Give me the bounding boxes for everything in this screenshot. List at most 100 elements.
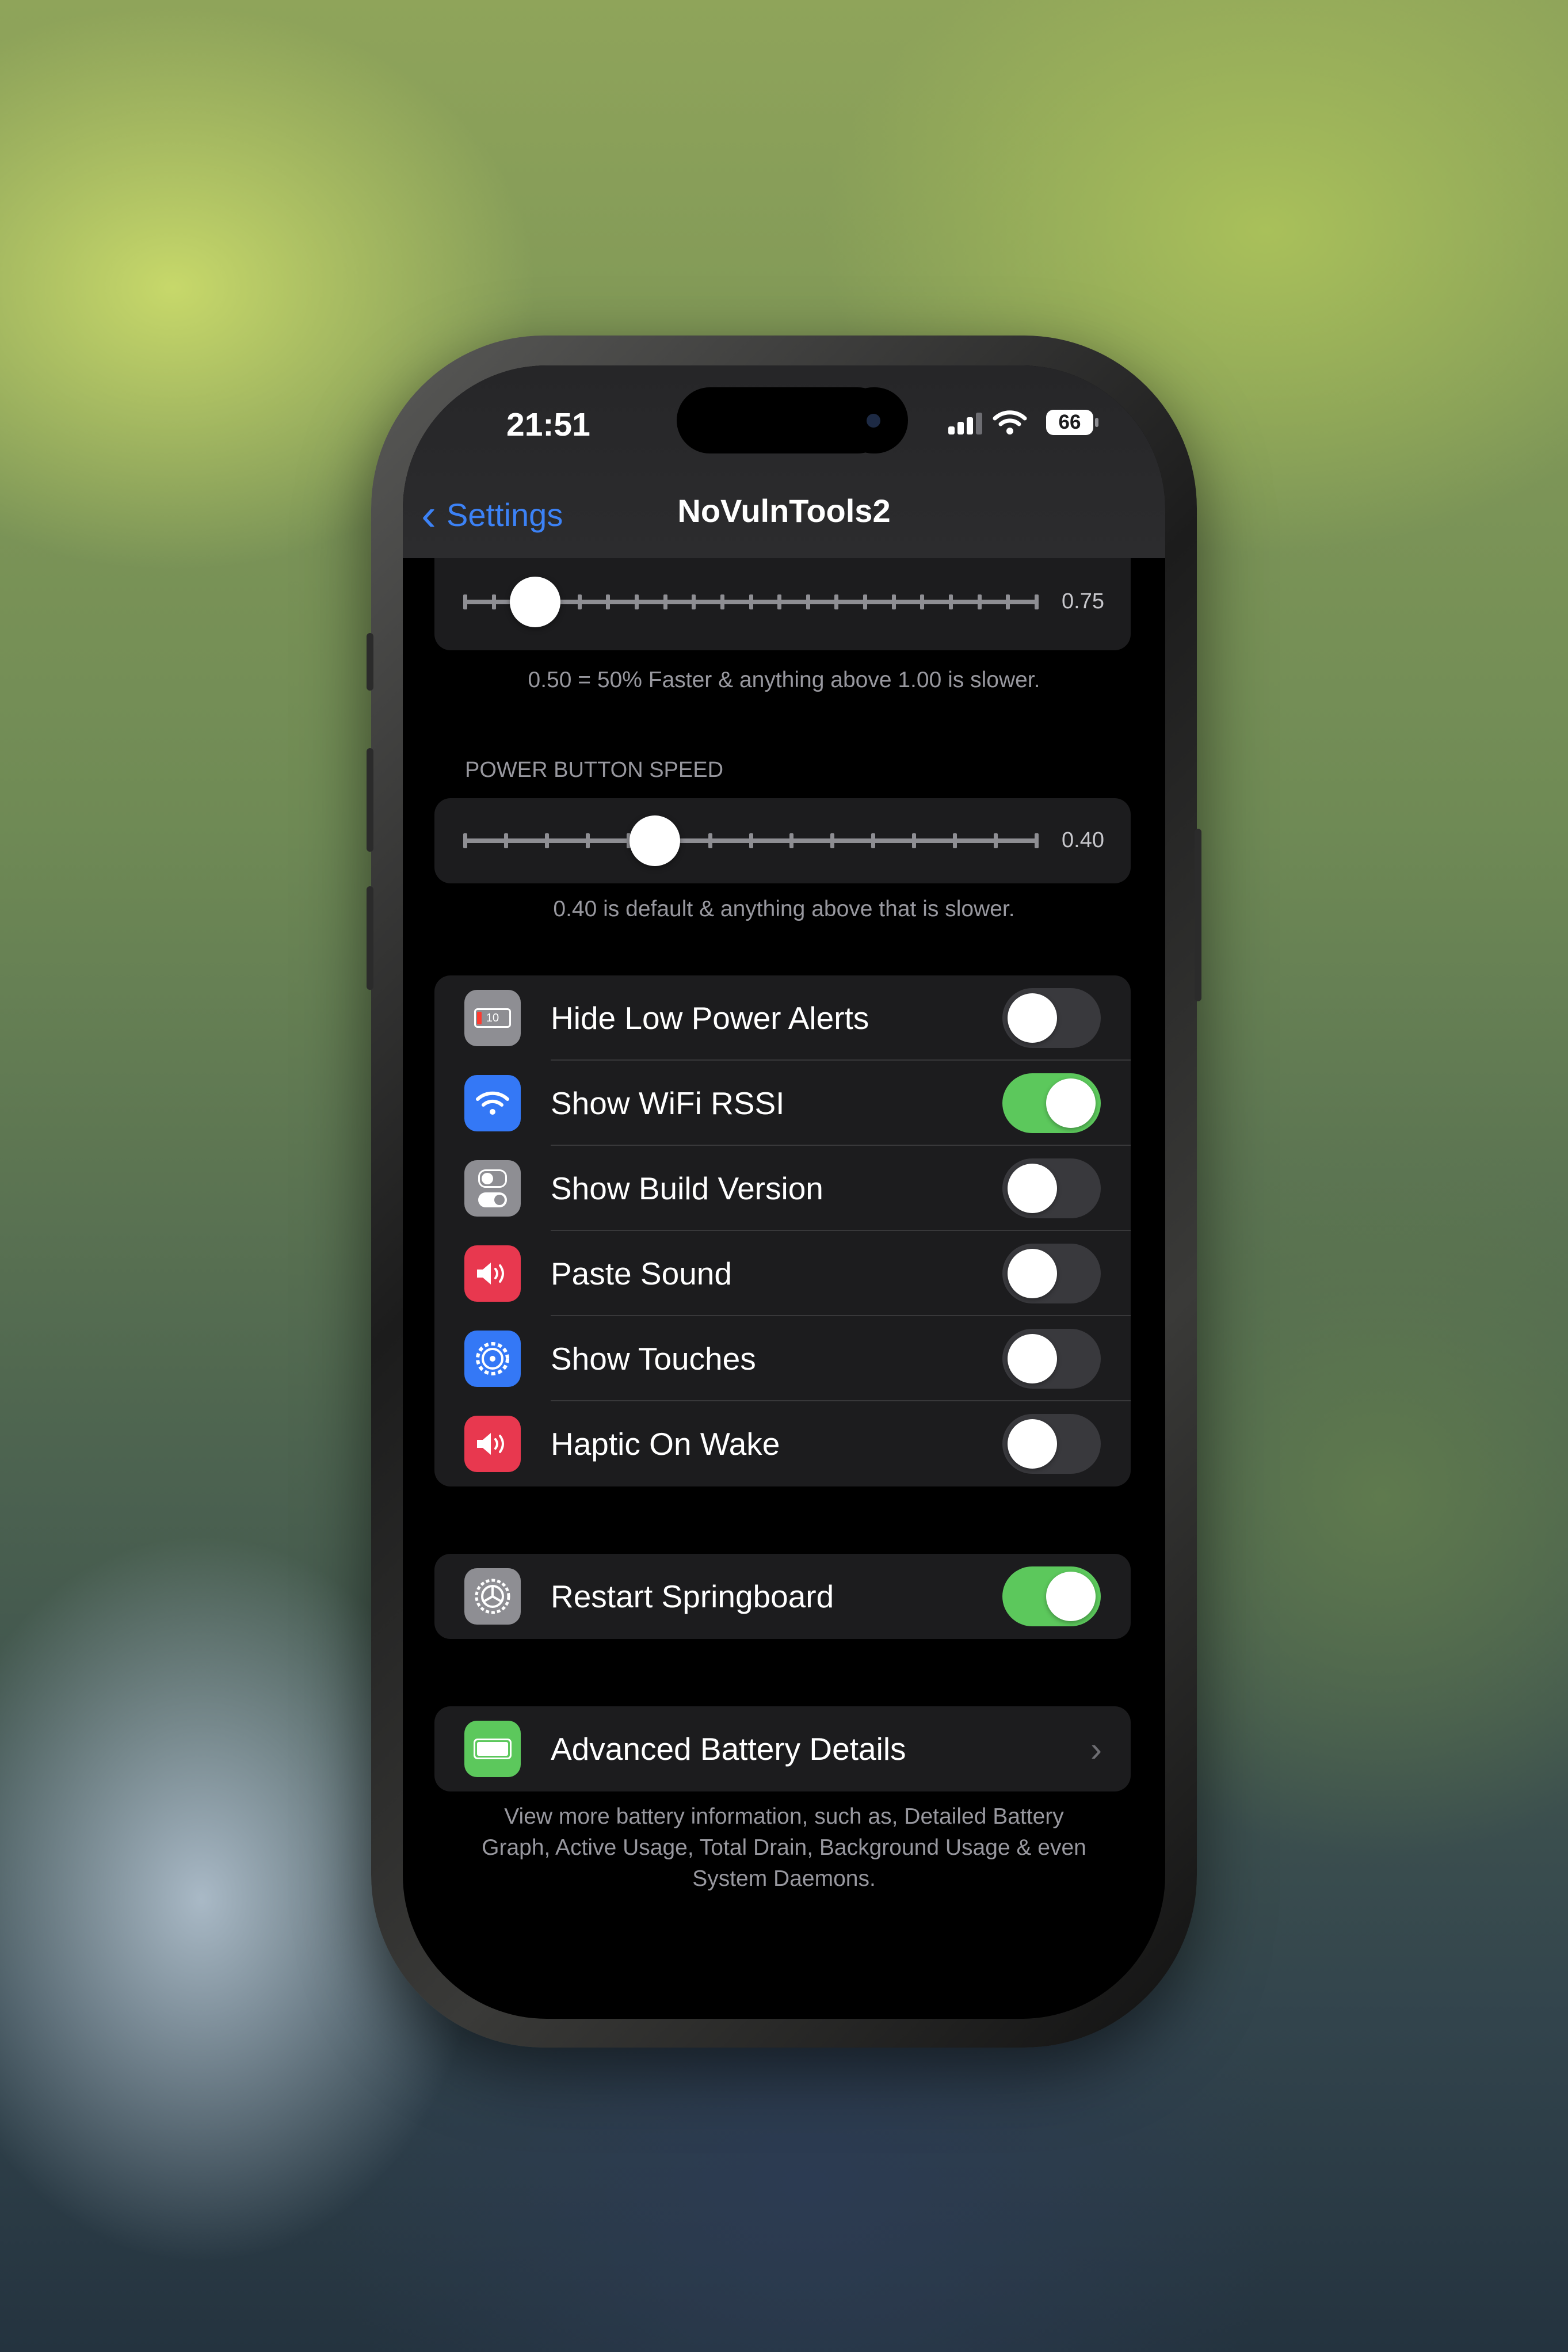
page-title: NoVulnTools2 (677, 493, 891, 529)
toggle-knob (1008, 1334, 1057, 1383)
toggle-label: Haptic On Wake (551, 1426, 780, 1462)
speed-slider-thumb[interactable] (510, 577, 560, 627)
gear-glyph (476, 1342, 509, 1375)
settings-gear-icon (464, 1568, 521, 1625)
camera-lens-icon (867, 414, 880, 428)
show-wifi-rssi-toggle[interactable] (1002, 1073, 1101, 1133)
slider-tick (789, 833, 794, 848)
slider-tick (544, 833, 549, 848)
speaker-glyph (477, 1263, 504, 1284)
toggle-row-restart-springboard[interactable]: Restart Springboard (434, 1554, 1131, 1639)
slider-tick (749, 594, 753, 609)
slider-tick (708, 833, 712, 848)
slider-tick (949, 594, 953, 609)
slider-tick (806, 594, 810, 609)
advanced-battery-details-row[interactable]: Advanced Battery Details › (434, 1706, 1131, 1791)
speaker-icon (464, 1416, 521, 1472)
slider-tick (830, 833, 835, 848)
paste-sound-toggle[interactable] (1002, 1244, 1101, 1303)
haptic-on-wake-toggle[interactable] (1002, 1414, 1101, 1474)
slider-tick (503, 833, 508, 848)
side-power-button (1195, 829, 1201, 1001)
speed-slider-footer: 0.50 = 50% Faster & anything above 1.00 … (528, 668, 1040, 692)
toggle-label: Restart Springboard (551, 1579, 834, 1614)
slider-tick (663, 594, 667, 609)
speaker-glyph (477, 1433, 504, 1455)
battery-details-footer: View more battery information, such as, … (482, 1804, 1086, 1891)
toggle-row-hide-low-power-alerts[interactable]: 10 Hide Low Power Alerts (434, 975, 1131, 1061)
toggle-knob (1008, 1164, 1057, 1213)
slider-tick (463, 594, 467, 609)
toggle-label: Show Build Version (551, 1171, 823, 1206)
power-button-speed-track[interactable] (463, 833, 1039, 848)
slider-tick (871, 833, 876, 848)
slider-tick (463, 833, 467, 848)
toggles-group: 10 Hide Low Power Alerts Show WiFi RSSI (434, 975, 1131, 1486)
slider-tick (912, 833, 917, 848)
restart-group: Restart Springboard (434, 1554, 1131, 1639)
power-button-speed-footer: 0.40 is default & anything above that is… (553, 897, 1015, 921)
slider-tick (953, 833, 957, 848)
slider-tick (920, 594, 925, 609)
chevron-right-icon: › (1090, 1729, 1102, 1768)
battery-level: 66 (1046, 410, 1093, 435)
power-button-speed-thumb[interactable] (630, 815, 681, 866)
settings-gear-glyph (475, 1579, 510, 1614)
switches-icon (464, 1160, 521, 1217)
show-touches-toggle[interactable] (1002, 1329, 1101, 1389)
battery-details-group: Advanced Battery Details › (434, 1706, 1131, 1791)
toggle-knob (1008, 1419, 1057, 1469)
toggle-row-show-touches[interactable]: Show Touches (434, 1316, 1131, 1401)
slider-tick (891, 594, 896, 609)
speaker-icon (464, 1245, 521, 1302)
hide-low-power-alerts-toggle[interactable] (1002, 988, 1101, 1048)
gear-icon (464, 1331, 521, 1387)
slider-tick (977, 594, 982, 609)
toggle-label: Paste Sound (551, 1256, 732, 1291)
phone-screen: 21:51 66 ‹ Settings NoVulnTools2 0.75 0.… (403, 365, 1165, 2019)
status-time: 21:51 (506, 406, 590, 443)
power-button-speed-header: POWER BUTTON SPEED (465, 758, 724, 782)
battery-tip (1095, 418, 1098, 427)
speed-slider-value: 0.75 (1062, 589, 1104, 613)
restart-springboard-toggle[interactable] (1002, 1566, 1101, 1626)
toggle-row-show-build-version[interactable]: Show Build Version (434, 1146, 1131, 1231)
slider-tick (692, 594, 696, 609)
toggle-knob (1008, 993, 1057, 1043)
slider-tick (577, 594, 582, 609)
slider-tick (1035, 833, 1039, 848)
slider-tick (1006, 594, 1010, 609)
wifi-icon (464, 1075, 521, 1131)
slider-tick (1035, 594, 1039, 609)
slider-tick (834, 594, 839, 609)
toggle-row-haptic-on-wake[interactable]: Haptic On Wake (434, 1401, 1131, 1486)
toggle-label: Show Touches (551, 1341, 756, 1377)
slider-tick (863, 594, 868, 609)
battery-low-icon-text: 10 (486, 1012, 499, 1024)
show-build-version-toggle[interactable] (1002, 1158, 1101, 1218)
toggle-label: Show WiFi RSSI (551, 1085, 785, 1121)
slider-tick (491, 594, 496, 609)
power-button-speed-group: 0.40 (434, 798, 1131, 883)
battery-full-icon (464, 1721, 521, 1777)
advanced-battery-details-label: Advanced Battery Details (551, 1731, 906, 1767)
slider-tick (585, 833, 590, 848)
toggle-knob (1046, 1078, 1096, 1128)
volume-up-button (367, 748, 373, 852)
action-button (367, 633, 373, 691)
volume-down-button (367, 886, 373, 990)
battery-low-icon: 10 (464, 990, 521, 1046)
speed-slider-group: 0.75 (434, 558, 1131, 650)
toggle-knob (1046, 1572, 1096, 1621)
toggle-row-show-wifi-rssi[interactable]: Show WiFi RSSI (434, 1061, 1131, 1146)
cellular-signal-icon (948, 411, 983, 434)
toggle-row-paste-sound[interactable]: Paste Sound (434, 1231, 1131, 1316)
slider-tick (606, 594, 611, 609)
power-button-speed-value: 0.40 (1062, 828, 1104, 852)
slider-tick (994, 833, 998, 848)
toggle-knob (1008, 1249, 1057, 1298)
wifi-glyph (476, 1091, 509, 1115)
slider-tick (634, 594, 639, 609)
slider-tick (749, 833, 753, 848)
slider-tick (720, 594, 724, 609)
